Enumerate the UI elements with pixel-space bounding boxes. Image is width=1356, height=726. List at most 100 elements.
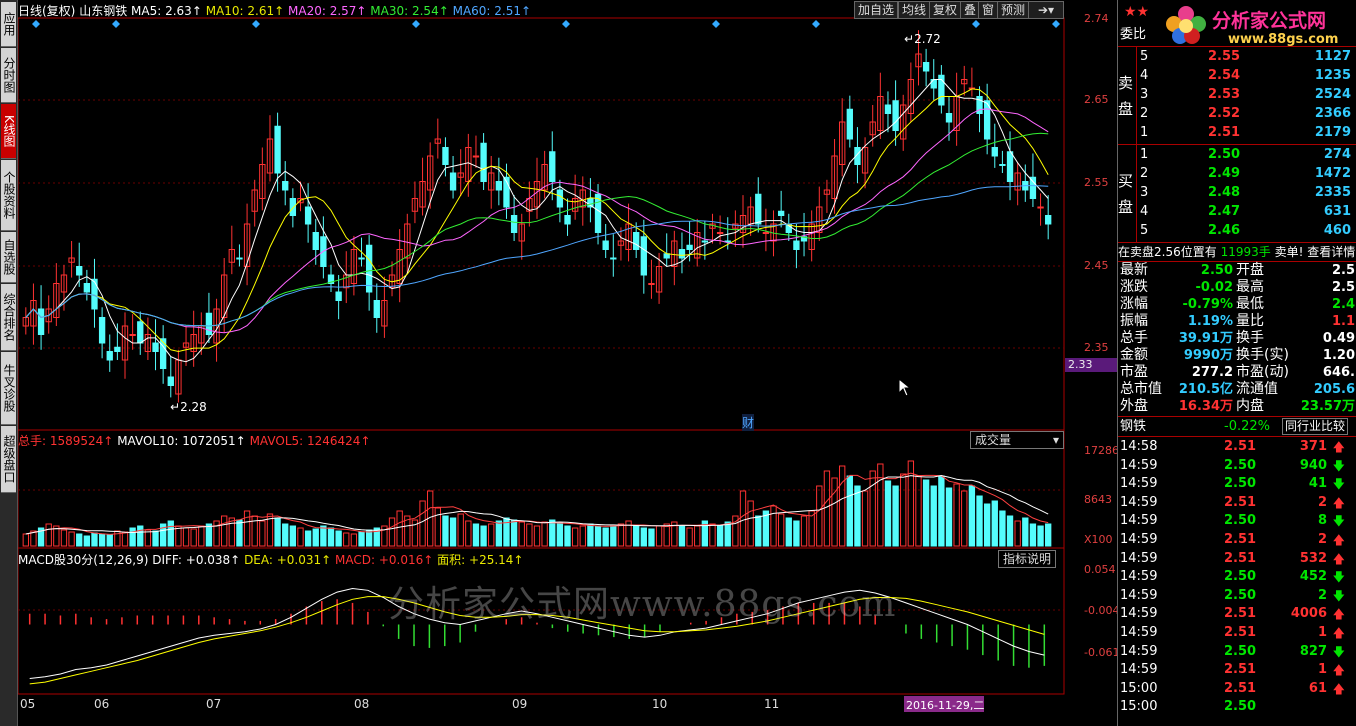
- sell-level-row[interactable]: 5 2.55 1127: [1118, 48, 1356, 66]
- quote-value: 23.57万: [1300, 399, 1355, 414]
- tick-price: 2.50: [1224, 476, 1257, 492]
- quote-value: 210.5亿: [1178, 382, 1233, 397]
- sell-level-row[interactable]: 2 2.52 2366: [1118, 105, 1356, 123]
- indicator-dropdown[interactable]: 成交量 ▾: [970, 431, 1064, 449]
- chart-header: 日线(复权) 山东钢铁 MA5: 2.63↑ MA10: 2.61↑ MA20:…: [18, 2, 531, 19]
- forecast-button[interactable]: 预测: [997, 1, 1030, 19]
- tab-intraday[interactable]: 分时图: [1, 48, 16, 103]
- quote-label: 最新: [1120, 262, 1148, 278]
- candle-body: [892, 100, 899, 131]
- cursor-date: 2016-11-29,二: [906, 699, 985, 712]
- adjust-button[interactable]: 复权: [929, 1, 962, 19]
- quote-row: 市盈 277.2 市盈(动) 646.: [1118, 364, 1356, 381]
- tab-diagnosis[interactable]: 牛叉诊股: [1, 352, 16, 425]
- volume-bar: [983, 503, 991, 547]
- ma5-label: MA5: 2.63↑: [131, 4, 202, 18]
- buy-price: 2.47: [1208, 204, 1241, 219]
- volume-bar: [396, 510, 403, 547]
- tab-stock-info[interactable]: 个股资料: [1, 160, 16, 231]
- volume-bar: [320, 525, 327, 547]
- volume-tick: 17286: [1084, 444, 1119, 457]
- buy-level-row[interactable]: 1 2.50 274: [1118, 146, 1356, 164]
- volume-bar: [655, 525, 663, 547]
- candle-body: [282, 181, 289, 191]
- tab-ranking[interactable]: 综合排名: [1, 284, 16, 351]
- ma-button[interactable]: 均线: [898, 1, 931, 19]
- buy-level-row[interactable]: 5 2.46 460: [1118, 222, 1356, 240]
- volume-bar: [228, 517, 235, 547]
- sell-level-row[interactable]: 1 2.51 2179: [1118, 124, 1356, 142]
- candle-body: [159, 338, 167, 369]
- volume-bar: [472, 523, 480, 547]
- notice-detail-link[interactable]: 查看详情: [1307, 245, 1355, 259]
- indicator-dropdown-label: 成交量: [975, 433, 1012, 447]
- tick-price: 2.50: [1224, 513, 1257, 529]
- tab-super-panel[interactable]: 超级盘口: [1, 426, 16, 493]
- finance-marker[interactable]: 财: [742, 414, 755, 431]
- arrow-down-icon: 🡇: [1332, 588, 1345, 603]
- tick-volume: 1: [1317, 662, 1327, 678]
- volume-bar: [633, 525, 640, 547]
- candle-body: [793, 240, 800, 250]
- level-number: 4: [1140, 204, 1149, 219]
- tick-volume: 1: [1317, 625, 1327, 640]
- star-icon: ★★: [1124, 4, 1150, 20]
- chevron-down-icon: ▾: [1052, 433, 1059, 447]
- current-price-marker: 2.33: [1065, 358, 1118, 372]
- event-diamond-icon: [112, 20, 120, 28]
- industry-compare-button[interactable]: 同行业比较: [1282, 418, 1349, 435]
- tick-row: 15:00 2.50: [1118, 698, 1356, 716]
- volume-bar: [533, 525, 541, 547]
- volume-bar: [190, 528, 197, 547]
- volume-bar: [457, 513, 464, 547]
- price-tick: 2.65: [1084, 93, 1109, 106]
- pin-arrow-icon[interactable]: ➔▾: [1028, 1, 1064, 19]
- quote-row: 金额 9990万 换手(实) 1.20: [1118, 347, 1356, 364]
- candle-body: [556, 189, 564, 208]
- buy-level-row[interactable]: 3 2.48 2335: [1118, 184, 1356, 202]
- tick-row: 14:59 2.51 1 🡅: [1118, 661, 1356, 679]
- sell-level-row[interactable]: 4 2.54 1235: [1118, 67, 1356, 85]
- candle-body: [999, 164, 1006, 166]
- volume-bar: [915, 475, 922, 547]
- arrow-up-icon: 🡅: [1332, 533, 1345, 547]
- buy-level-row[interactable]: 4 2.47 631: [1118, 203, 1356, 221]
- quote-label: 金额: [1120, 347, 1148, 363]
- volume-bar: [1014, 520, 1021, 547]
- quote-label: 总手: [1120, 330, 1148, 346]
- tab-kline[interactable]: K线图: [1, 104, 16, 159]
- sell-price: 2.51: [1208, 125, 1241, 140]
- volume-bar: [922, 479, 930, 547]
- volume-bar: [297, 527, 304, 547]
- sell-volume: 2179: [1314, 125, 1351, 140]
- add-watchlist-button[interactable]: 加自选: [854, 1, 899, 19]
- tick-price: 2.51: [1224, 494, 1257, 510]
- arrow-up-icon: 🡅: [1332, 551, 1345, 566]
- tab-watchlist[interactable]: 自选股: [1, 232, 16, 283]
- sell-level-row[interactable]: 3 2.53 2524: [1118, 86, 1356, 104]
- industry-change: -0.22%: [1224, 419, 1270, 434]
- candle-body: [37, 308, 45, 335]
- volume-bar: [793, 520, 800, 547]
- indicator-help-button[interactable]: 指标说明: [998, 550, 1057, 568]
- quote-value: 2.5: [1331, 280, 1355, 295]
- tick-time: 14:59: [1120, 550, 1158, 566]
- volume-bar: [694, 525, 701, 547]
- tab-apps[interactable]: 应用: [1, 2, 16, 47]
- candle-body: [167, 376, 174, 386]
- candle-body: [945, 113, 953, 123]
- diff-label: DIFF: +0.038↑: [152, 553, 241, 567]
- volume-bar: [709, 523, 716, 547]
- arrow-down-icon: 🡇: [1332, 458, 1345, 473]
- overlay-button[interactable]: 叠: [960, 1, 981, 19]
- tick-time: 14:58: [1120, 439, 1158, 454]
- window-button[interactable]: 窗: [978, 1, 999, 19]
- volume-bar: [327, 527, 335, 547]
- buy-level-row[interactable]: 2 2.49 1472: [1118, 165, 1356, 183]
- volume-bar: [549, 519, 556, 547]
- volume-bar: [1022, 517, 1029, 547]
- volume-bar: [510, 519, 518, 547]
- volume-bar: [587, 523, 594, 547]
- quote-value: 9990万: [1183, 348, 1233, 363]
- tick-row: 14:59 2.50 8 🡇: [1118, 512, 1356, 530]
